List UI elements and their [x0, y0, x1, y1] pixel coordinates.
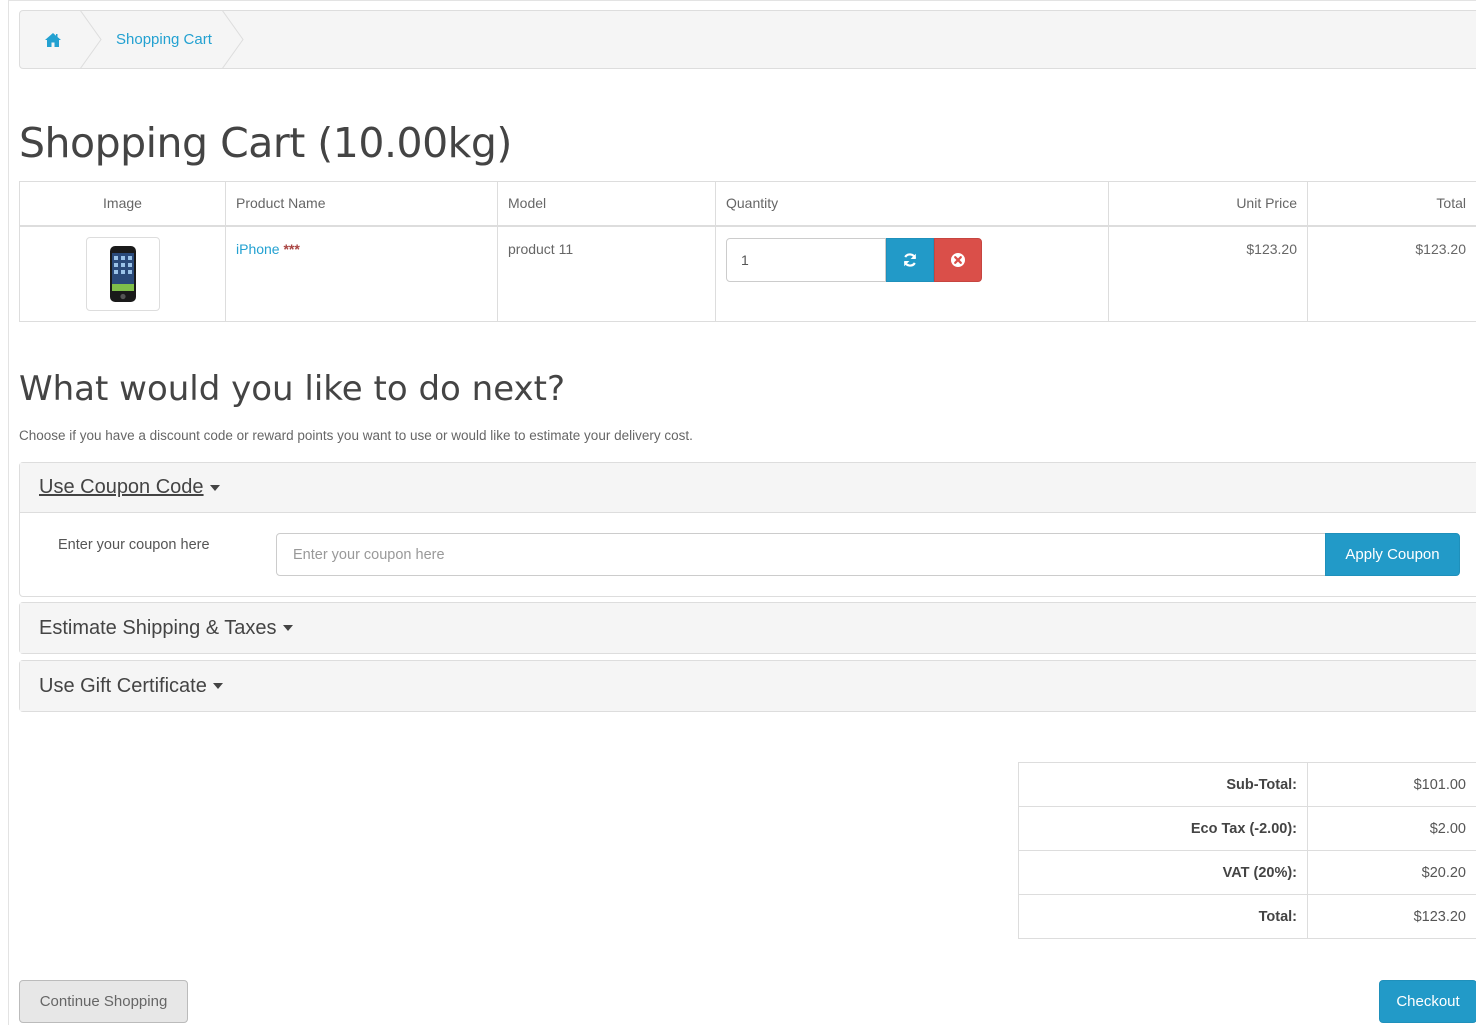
coupon-panel-heading[interactable]: Use Coupon Code — [20, 463, 1476, 513]
product-thumbnail[interactable] — [85, 236, 160, 311]
shipping-panel-heading[interactable]: Estimate Shipping & Taxes — [20, 603, 1476, 653]
cart-header-row: Image Product Name Model Quantity Unit P… — [19, 181, 1476, 227]
quantity-input[interactable] — [726, 237, 886, 282]
coupon-panel-body: Enter your coupon here Apply Coupon — [20, 513, 1476, 596]
coupon-label: Enter your coupon here — [58, 537, 210, 553]
caret-down-icon — [282, 625, 293, 631]
subtotal-value: $101.00 — [1307, 762, 1476, 807]
voucher-panel: Use Gift Certificate — [19, 660, 1476, 712]
breadcrumb-shopping-cart[interactable]: Shopping Cart — [92, 10, 244, 69]
breadcrumb-home[interactable] — [20, 10, 102, 69]
totals-row: Sub-Total: $101.00 — [1018, 762, 1476, 807]
remove-button[interactable] — [934, 237, 982, 282]
page-title: Shopping Cart (10.00kg) — [19, 119, 512, 167]
caret-down-icon — [212, 683, 223, 689]
cart-table: Image Product Name Model Quantity Unit P… — [19, 181, 1476, 322]
vat-label: VAT (20%): — [1018, 850, 1308, 895]
coupon-heading: Use Coupon Code — [39, 476, 204, 498]
caret-down-icon — [209, 484, 220, 491]
page: Shopping Cart Shopping Cart (10.00kg) Im… — [8, 0, 1476, 1025]
vat-value: $20.20 — [1307, 850, 1476, 895]
header-image: Image — [19, 181, 226, 227]
product-image-cell — [19, 225, 226, 322]
row-total-cell: $123.20 — [1307, 225, 1476, 322]
product-link[interactable]: iPhone — [236, 241, 280, 257]
breadcrumb-label: Shopping Cart — [116, 31, 212, 48]
continue-shopping-button[interactable]: Continue Shopping — [19, 980, 188, 1023]
totals-table: Sub-Total: $101.00 Eco Tax (-2.00): $2.0… — [1018, 762, 1476, 939]
next-title: What would you like to do next? — [19, 369, 566, 409]
voucher-panel-heading[interactable]: Use Gift Certificate — [20, 661, 1476, 711]
totals-row: Eco Tax (-2.00): $2.00 — [1018, 806, 1476, 851]
header-quantity: Quantity — [715, 181, 1109, 227]
home-icon — [45, 32, 61, 47]
eco-tax-value: $2.00 — [1307, 806, 1476, 851]
next-description: Choose if you have a discount code or re… — [19, 428, 693, 443]
checkout-button[interactable]: Checkout — [1379, 980, 1476, 1023]
coupon-panel: Use Coupon Code Enter your coupon here A… — [19, 462, 1476, 597]
breadcrumb: Shopping Cart — [19, 10, 1476, 69]
eco-tax-label: Eco Tax (-2.00): — [1018, 806, 1308, 851]
header-total: Total — [1307, 181, 1476, 227]
coupon-input[interactable] — [276, 533, 1326, 576]
model-cell: product 11 — [497, 225, 716, 322]
product-name-cell: iPhone *** — [225, 225, 498, 322]
breadcrumb-separator — [221, 10, 244, 69]
totals-row: VAT (20%): $20.20 — [1018, 850, 1476, 895]
update-button[interactable] — [886, 237, 934, 282]
header-product-name: Product Name — [225, 181, 498, 227]
quantity-cell — [715, 225, 1109, 322]
unit-price-cell: $123.20 — [1108, 225, 1308, 322]
header-model: Model — [497, 181, 716, 227]
quantity-group — [726, 237, 982, 282]
refresh-icon — [903, 252, 917, 267]
voucher-heading: Use Gift Certificate — [39, 674, 207, 697]
shipping-panel: Estimate Shipping & Taxes — [19, 602, 1476, 654]
apply-coupon-button[interactable]: Apply Coupon — [1325, 533, 1460, 576]
iphone-image — [109, 245, 136, 302]
total-value: $123.20 — [1307, 894, 1476, 939]
shipping-heading: Estimate Shipping & Taxes — [39, 616, 277, 639]
stock-warning: *** — [283, 240, 300, 257]
subtotal-label: Sub-Total: — [1018, 762, 1308, 807]
total-label: Total: — [1018, 894, 1308, 939]
totals-row: Total: $123.20 — [1018, 894, 1476, 939]
remove-circle-icon — [951, 252, 965, 267]
header-unit-price: Unit Price — [1108, 181, 1308, 227]
table-row: iPhone *** product 11 1 $123.20 $123.20 — [19, 225, 1476, 322]
